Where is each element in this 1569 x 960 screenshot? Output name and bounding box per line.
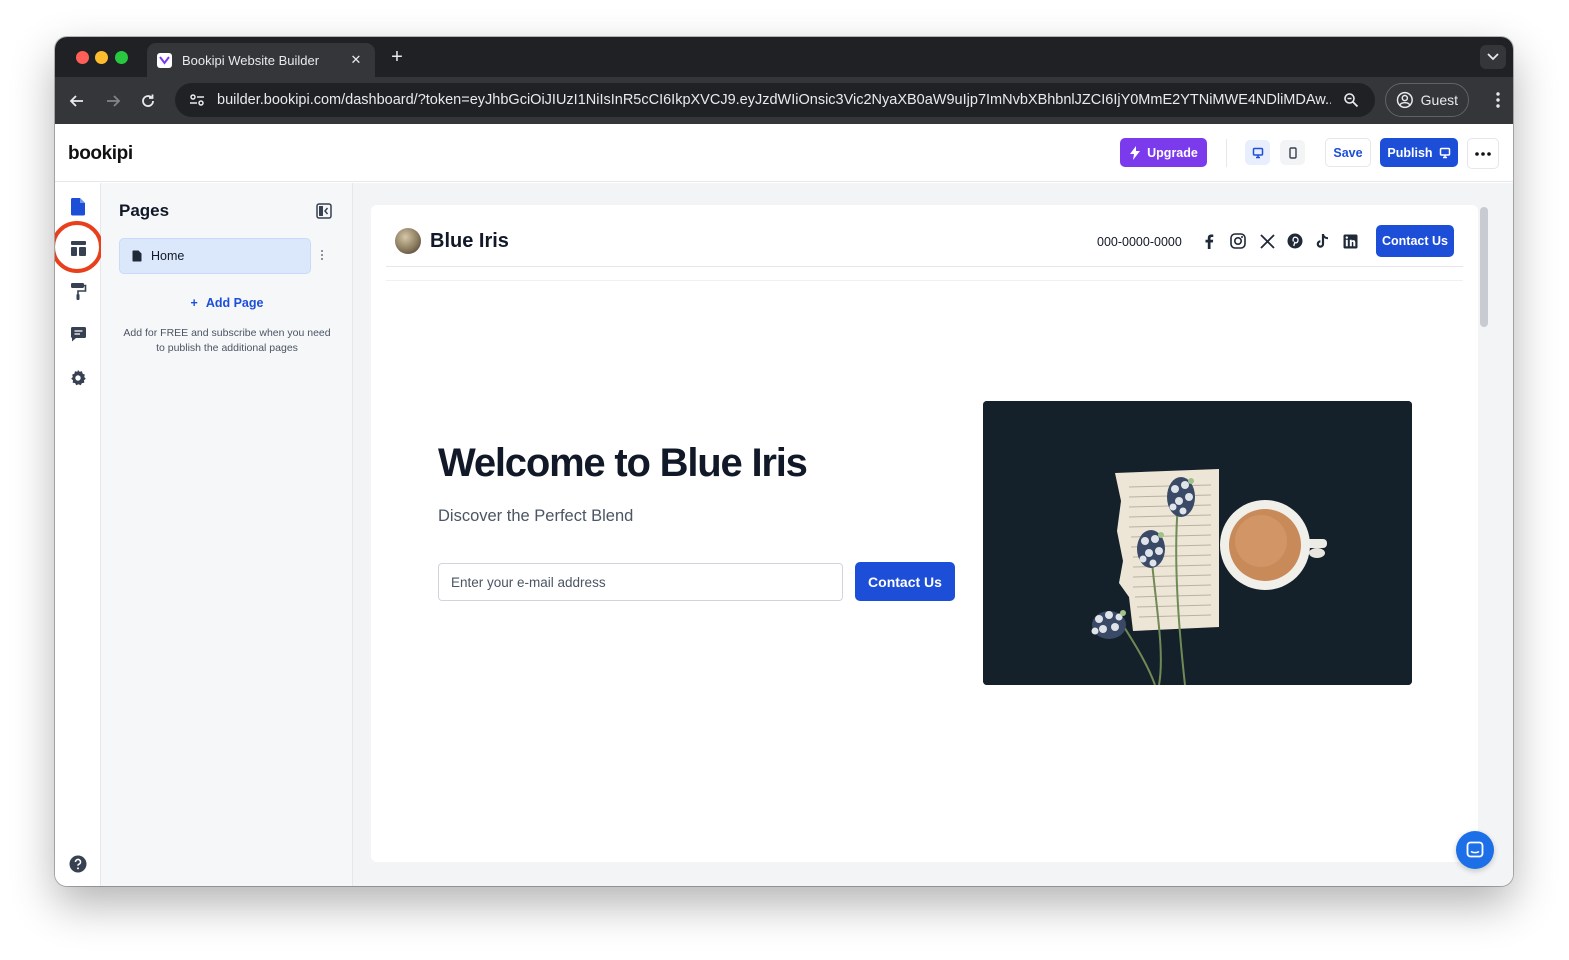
support-chat-button[interactable] [1456, 831, 1494, 869]
arrow-left-icon [69, 95, 83, 107]
browser-menu-button[interactable] [1495, 91, 1501, 114]
zoom-icon[interactable] [1339, 92, 1363, 108]
bookipi-favicon-icon [157, 52, 172, 68]
collapse-panel-icon [316, 203, 332, 219]
browser-tab-active[interactable]: Bookipi Website Builder ✕ [147, 43, 375, 77]
url-text: builder.bookipi.com/dashboard/?token=eyJ… [217, 92, 1331, 108]
page-item-menu-button[interactable] [320, 248, 332, 264]
browser-tab-bar: Bookipi Website Builder ✕ + [55, 37, 1513, 77]
design-rail-button[interactable] [67, 280, 89, 302]
x-twitter-icon[interactable] [1258, 232, 1276, 250]
address-bar[interactable]: builder.bookipi.com/dashboard/?token=eyJ… [175, 83, 1375, 117]
paint-roller-icon [70, 282, 86, 300]
gear-icon [71, 370, 86, 386]
back-button[interactable] [66, 90, 88, 112]
add-page-note: Add for FREE and subscribe when you need… [123, 327, 331, 354]
editor-canvas: Blue Iris 000-0000-0000 Contact Us Welco… [353, 183, 1513, 886]
site-phone: 000-0000-0000 [1097, 235, 1182, 249]
upgrade-button[interactable]: Upgrade [1120, 138, 1207, 167]
facebook-icon[interactable] [1200, 232, 1218, 250]
desktop-view-button[interactable] [1245, 140, 1270, 165]
plus-icon: + [190, 296, 198, 310]
publish-label: Publish [1387, 145, 1433, 160]
messages-rail-button[interactable] [67, 323, 89, 345]
publish-button[interactable]: Publish [1380, 138, 1458, 167]
hero-title: Welcome to Blue Iris [438, 441, 808, 485]
tab-search-button[interactable] [1480, 45, 1506, 69]
page-icon [70, 197, 85, 215]
header-divider [1226, 139, 1227, 167]
pinterest-icon[interactable] [1286, 232, 1304, 250]
left-icon-rail [55, 183, 103, 886]
close-window-button[interactable] [76, 51, 89, 64]
hero-subtitle: Discover the Perfect Blend [438, 507, 634, 525]
site-logo-avatar [395, 228, 421, 254]
page-item-label: Home [151, 249, 185, 263]
vertical-dots-icon [1496, 92, 1500, 108]
tab-title: Bookipi Website Builder [182, 52, 320, 68]
website-preview[interactable]: Blue Iris 000-0000-0000 Contact Us Welco… [371, 205, 1478, 862]
reload-button[interactable] [137, 90, 159, 112]
bookipi-logo: bookipi [68, 143, 133, 164]
add-page-label: Add Page [205, 296, 264, 310]
app-header: bookipi Upgrade Save Publish [55, 124, 1513, 182]
pages-panel-title: Pages [119, 201, 170, 220]
lightning-icon [1130, 145, 1141, 160]
pages-rail-button[interactable] [67, 195, 89, 217]
hero-contact-us-button[interactable]: Contact Us [855, 562, 955, 601]
header-contact-us-button[interactable]: Contact Us [1376, 225, 1454, 257]
profile-label: Guest [1420, 92, 1458, 108]
horizontal-dots-icon [1475, 151, 1491, 156]
chat-icon [1466, 841, 1484, 858]
guest-avatar-icon [1396, 91, 1413, 109]
reload-icon [142, 94, 154, 107]
desktop-icon [1252, 147, 1263, 158]
browser-window: Bookipi Website Builder ✕ + builder.book… [55, 37, 1513, 886]
pages-panel: Pages Home + Add Page Add for FREE and s… [101, 183, 353, 886]
help-icon [69, 855, 87, 873]
arrow-right-icon [107, 95, 121, 107]
close-tab-icon[interactable]: ✕ [347, 52, 365, 68]
forward-button[interactable] [102, 90, 124, 112]
settings-rail-button[interactable] [67, 367, 89, 389]
mobile-view-button[interactable] [1280, 140, 1305, 165]
page-icon [132, 250, 142, 262]
canvas-scrollbar[interactable] [1480, 207, 1488, 327]
highlight-ring-annotation [55, 221, 103, 273]
linkedin-icon[interactable] [1341, 232, 1359, 250]
header-sub-divider [386, 267, 1463, 281]
hero-image-tea-and-flowers[interactable] [983, 401, 1412, 685]
minimize-window-button[interactable] [95, 51, 108, 64]
help-rail-button[interactable] [67, 853, 89, 875]
tiktok-icon[interactable] [1314, 232, 1332, 250]
vertical-dots-icon [321, 250, 323, 260]
chat-icon [70, 326, 86, 341]
site-info-icon[interactable] [187, 90, 207, 110]
instagram-icon[interactable] [1229, 232, 1247, 250]
chevron-down-icon [1487, 53, 1499, 61]
upgrade-label: Upgrade [1147, 145, 1198, 160]
save-button[interactable]: Save [1325, 138, 1371, 167]
site-header-section[interactable]: Blue Iris 000-0000-0000 Contact Us [386, 205, 1463, 267]
email-input[interactable] [438, 563, 843, 601]
mobile-icon [1288, 146, 1297, 159]
profile-button[interactable]: Guest [1385, 83, 1469, 117]
more-options-button[interactable] [1467, 138, 1499, 169]
desktop-icon [1439, 147, 1450, 158]
maximize-window-button[interactable] [115, 51, 128, 64]
new-tab-button[interactable]: + [385, 46, 409, 68]
add-page-button[interactable]: + Add Page [101, 296, 353, 310]
site-name: Blue Iris [430, 230, 509, 252]
page-item-home[interactable]: Home [119, 238, 311, 274]
collapse-panel-button[interactable] [316, 203, 332, 219]
browser-toolbar: builder.bookipi.com/dashboard/?token=eyJ… [55, 77, 1513, 124]
